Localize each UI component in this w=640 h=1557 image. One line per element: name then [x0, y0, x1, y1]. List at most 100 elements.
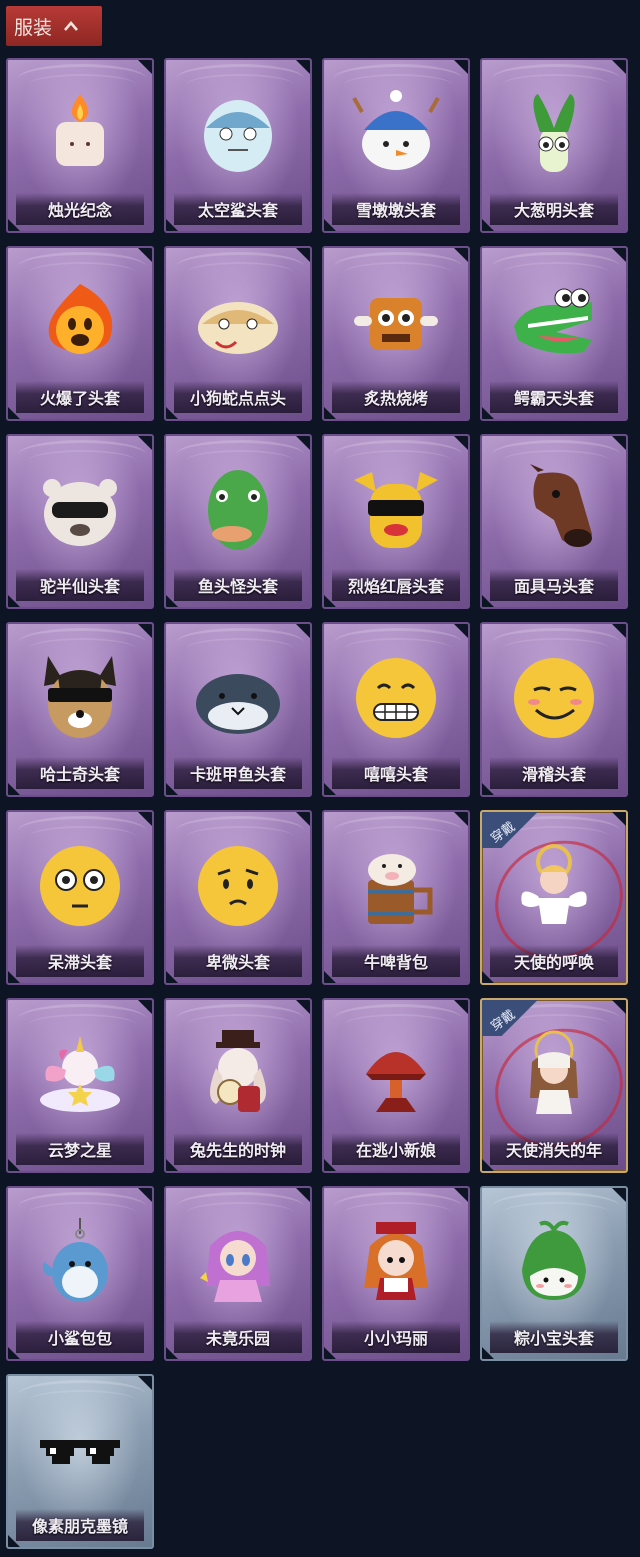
costume-name: 滑稽头套 [490, 757, 618, 789]
card-corner [138, 1376, 152, 1390]
costume-card[interactable]: 鱼头怪头套 [164, 434, 312, 609]
costume-card[interactable]: 卑微头套 [164, 810, 312, 985]
card-corner [454, 1000, 468, 1014]
costume-card[interactable]: 云梦之星 [6, 998, 154, 1173]
zongzi-icon [508, 1216, 600, 1308]
card-corner [296, 1188, 310, 1202]
card-corner [138, 436, 152, 450]
fireball-icon [34, 276, 126, 368]
costume-name: 卡班甲鱼头套 [174, 757, 302, 789]
costume-name: 哈士奇头套 [16, 757, 144, 789]
costume-card[interactable]: 天使的呼唤 穿戴 [480, 810, 628, 985]
costume-name: 兔先生的时钟 [174, 1133, 302, 1165]
pixel-sunglasses-icon [34, 1404, 126, 1496]
worn-badge: 穿戴 [482, 1000, 538, 1036]
grin-emoji-icon [350, 652, 442, 744]
costume-card[interactable]: 烈焰红唇头套 [322, 434, 470, 609]
costume-name: 小狗蛇点点头 [174, 381, 302, 413]
costume-name: 呆滞头套 [16, 945, 144, 977]
costume-name: 未竟乐园 [174, 1321, 302, 1353]
costume-card[interactable]: 未竟乐园 [164, 1186, 312, 1361]
snowman-icon [350, 88, 442, 180]
category-toggle-button[interactable]: 服装 [6, 6, 102, 46]
costume-card[interactable]: 烛光纪念 [6, 58, 154, 233]
costume-card[interactable]: 鳄霸天头套 [480, 246, 628, 421]
card-corner [612, 436, 626, 450]
snake-icon [192, 276, 284, 368]
roast-meat-icon [350, 276, 442, 368]
costume-card[interactable]: 牛啤背包 [322, 810, 470, 985]
fish-head-icon [192, 464, 284, 556]
card-corner [454, 812, 468, 826]
card-corner [138, 248, 152, 262]
costume-card[interactable]: 像素朋克墨镜 [6, 1374, 154, 1549]
card-corner [612, 1000, 626, 1014]
costume-name: 太空鲨头套 [174, 193, 302, 225]
costume-name: 小小玛丽 [332, 1321, 460, 1353]
costume-card[interactable]: 滑稽头套 [480, 622, 628, 797]
costume-card[interactable]: 雪墩墩头套 [322, 58, 470, 233]
card-corner [454, 436, 468, 450]
angel-girl-icon [508, 1028, 600, 1120]
costume-name: 卑微头套 [174, 945, 302, 977]
costume-name: 云梦之星 [16, 1133, 144, 1165]
costume-name: 鱼头怪头套 [174, 569, 302, 601]
bride-lamp-icon [350, 1028, 442, 1120]
card-corner [296, 624, 310, 638]
costume-name: 鳄霸天头套 [490, 381, 618, 413]
card-corner [138, 812, 152, 826]
costume-name: 面具马头套 [490, 569, 618, 601]
worn-badge: 穿戴 [482, 812, 538, 848]
costume-card[interactable]: 大葱明头套 [480, 58, 628, 233]
costume-card[interactable]: 呆滞头套 [6, 810, 154, 985]
card-corner [612, 60, 626, 74]
card-corner [454, 1188, 468, 1202]
costume-name: 在逃小新娘 [332, 1133, 460, 1165]
costume-name: 雪墩墩头套 [332, 193, 460, 225]
costume-name: 像素朋克墨镜 [16, 1509, 144, 1541]
costume-name: 烛光纪念 [16, 193, 144, 225]
category-title: 服装 [14, 16, 53, 39]
card-corner [612, 248, 626, 262]
scallion-icon [508, 88, 600, 180]
costume-name: 小鲨包包 [16, 1321, 144, 1353]
costume-card[interactable]: 嘻嘻头套 [322, 622, 470, 797]
card-corner [296, 812, 310, 826]
card-corner [138, 60, 152, 74]
costume-card[interactable]: 天使消失的年 穿戴 [480, 998, 628, 1173]
costume-card[interactable]: 哈士奇头套 [6, 622, 154, 797]
costume-card[interactable]: 面具马头套 [480, 434, 628, 609]
costume-card[interactable]: 火爆了头套 [6, 246, 154, 421]
worn-badge-label: 穿戴 [488, 819, 519, 847]
card-corner [138, 1000, 152, 1014]
costume-card[interactable]: 小狗蛇点点头 [164, 246, 312, 421]
costume-name: 烈焰红唇头套 [332, 569, 460, 601]
costume-card[interactable]: 在逃小新娘 [322, 998, 470, 1173]
mary-doll-icon [350, 1216, 442, 1308]
costume-card[interactable]: 太空鲨头套 [164, 58, 312, 233]
card-corner [296, 60, 310, 74]
card-corner [138, 624, 152, 638]
costume-card[interactable]: 驼半仙头套 [6, 434, 154, 609]
costume-card[interactable]: 小鲨包包 [6, 1186, 154, 1361]
costume-name: 大葱明头套 [490, 193, 618, 225]
costume-card[interactable]: 粽小宝头套 [480, 1186, 628, 1361]
chevron-up-icon [60, 15, 82, 37]
costume-card[interactable]: 炙热烧烤 [322, 246, 470, 421]
costume-name: 炙热烧烤 [332, 381, 460, 413]
smirk-emoji-icon [508, 652, 600, 744]
costume-name: 嘻嘻头套 [332, 757, 460, 789]
costume-card[interactable]: 卡班甲鱼头套 [164, 622, 312, 797]
costume-card[interactable]: 小小玛丽 [322, 1186, 470, 1361]
costume-name: 天使消失的年 [490, 1133, 618, 1165]
costume-card[interactable]: 兔先生的时钟 [164, 998, 312, 1173]
fish-icon [192, 652, 284, 744]
card-corner [296, 1000, 310, 1014]
alpaca-icon [34, 464, 126, 556]
card-corner [612, 1188, 626, 1202]
shark-bag-icon [34, 1216, 126, 1308]
yellow-mascot-icon [350, 464, 442, 556]
card-corner [454, 624, 468, 638]
unicorn-icon [34, 1028, 126, 1120]
card-corner [296, 436, 310, 450]
